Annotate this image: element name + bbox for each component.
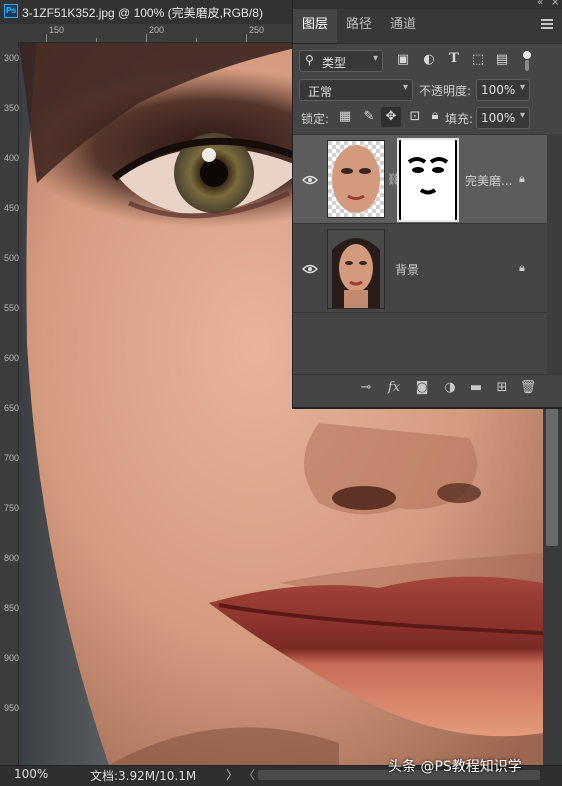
divider (293, 312, 562, 313)
layer-lock-icon: 🔒︎ (519, 172, 525, 185)
ruler-label: 500 (4, 253, 20, 263)
tab-layers[interactable]: 图层 (293, 9, 337, 43)
ruler-label: 700 (4, 453, 20, 463)
ruler-label: 900 (4, 653, 20, 663)
toggle-filter-icon[interactable] (523, 51, 531, 71)
ruler-label: 950 (4, 703, 20, 713)
fx-icon[interactable]: fx (385, 380, 403, 395)
canvas-scroll-thumb[interactable] (546, 400, 558, 546)
ruler-label: 200 (149, 25, 165, 35)
lock-image-pixels-icon[interactable]: ✎ (361, 109, 377, 124)
layer-lock-icon[interactable]: 🔒︎ (519, 261, 525, 275)
image-filter-icon[interactable]: ▣ (395, 52, 411, 67)
new-group-icon[interactable]: ▬ (467, 380, 485, 395)
close-panel-icon[interactable]: × (551, 0, 559, 8)
zoom-level[interactable]: 100% (14, 767, 48, 781)
opacity-value: 100% (481, 83, 516, 97)
chevron-down-icon: ▾ (519, 110, 525, 121)
lock-transparent-pixels-icon[interactable]: ▦ (337, 109, 353, 124)
chevron-down-icon: ▾ (372, 53, 378, 64)
ruler-label: 400 (4, 153, 20, 163)
layer-thumbnail[interactable] (327, 229, 385, 309)
watermark-text: 头条 @PS教程知识学 (388, 759, 522, 775)
opacity-label: 不透明度: (419, 84, 472, 98)
double-chevron-left-icon[interactable]: « (537, 0, 543, 8)
layer-filter-select[interactable]: ⚲ 类型 ▾ (299, 50, 383, 72)
layer-filter-value: 类型 (322, 56, 347, 70)
tab-paths[interactable]: 路径 (337, 9, 381, 43)
adjustment-filter-icon[interactable]: ◐ (421, 52, 437, 67)
ruler-label: 600 (4, 353, 20, 363)
lock-position-icon[interactable]: ✥ (381, 107, 401, 127)
type-filter-icon[interactable]: T (446, 51, 462, 66)
fill-label: 填充: (445, 112, 474, 126)
status-menu-arrow-icon[interactable]: 〉 (226, 766, 238, 783)
ruler-label: 550 (4, 303, 20, 313)
ruler-vertical[interactable]: 300 350 400 450 500 550 600 650 700 750 … (0, 42, 19, 765)
panel-title-strip (293, 0, 562, 9)
link-layers-icon[interactable]: ⊸ (357, 380, 375, 395)
layer-row[interactable]: 背景 🔒︎ (293, 224, 547, 312)
delete-layer-icon[interactable]: 🗑︎ (519, 380, 537, 395)
ruler-label: 150 (49, 25, 65, 35)
ruler-label: 850 (4, 603, 20, 613)
smart-object-filter-icon[interactable]: ▤ (494, 52, 510, 67)
chevron-down-icon: ▾ (519, 82, 525, 93)
new-layer-icon[interactable]: ⊞ (493, 380, 511, 395)
ruler-label: 350 (4, 103, 20, 113)
lock-label: 锁定: (301, 112, 330, 126)
document-info[interactable]: 文档:3.92M/10.1M (90, 767, 196, 784)
lock-artboard-icon[interactable]: ⊡ (407, 109, 423, 124)
scroll-left-arrow-icon[interactable]: 〈 (243, 766, 255, 783)
search-icon: ⚲ (305, 53, 314, 67)
layers-panel: « × 图层 路径 通道 ⚲ 类型 ▾ ▣ ◐ T ⬚ ▤ 正常 ▾ 不透明度:… (292, 0, 562, 409)
ruler-label: 250 (249, 25, 265, 35)
panel-menu-icon[interactable] (541, 18, 555, 30)
ruler-label: 450 (4, 203, 20, 213)
photoshop-logo-icon: Ps (4, 4, 18, 18)
ruler-label: 650 (4, 403, 20, 413)
layer-thumbnail[interactable] (327, 140, 385, 218)
visibility-eye-icon[interactable] (302, 264, 318, 274)
blend-mode-select[interactable]: 正常 ▾ (299, 79, 413, 101)
ruler-label: 750 (4, 503, 20, 513)
layers-scrollbar[interactable] (547, 134, 562, 374)
shape-filter-icon[interactable]: ⬚ (470, 52, 486, 67)
layer-row-selected[interactable]: ⛓ 完美磨... 🔒︎ (293, 135, 547, 223)
visibility-eye-icon[interactable] (302, 175, 318, 185)
layer-mask-thumbnail[interactable] (397, 138, 459, 222)
document-tab-title[interactable]: 3-1ZF51K352.jpg @ 100% (完美磨皮,RGB/8) (22, 4, 263, 21)
add-mask-icon[interactable]: ◙ (413, 380, 431, 395)
layer-name[interactable]: 完美磨... (465, 172, 512, 189)
adjustment-layer-icon[interactable]: ◑ (441, 380, 459, 395)
ruler-label: 800 (4, 553, 20, 563)
lock-all-icon[interactable]: 🔒︎ (427, 108, 443, 123)
fill-value: 100% (481, 111, 516, 125)
fill-field[interactable]: 100% ▾ (476, 107, 530, 129)
layer-name[interactable]: 背景 (395, 261, 419, 278)
ruler-label: 300 (4, 53, 20, 63)
opacity-field[interactable]: 100% ▾ (476, 79, 530, 101)
tab-channels[interactable]: 通道 (381, 9, 425, 43)
chevron-down-icon: ▾ (402, 82, 408, 93)
blend-mode-value: 正常 (308, 85, 333, 99)
